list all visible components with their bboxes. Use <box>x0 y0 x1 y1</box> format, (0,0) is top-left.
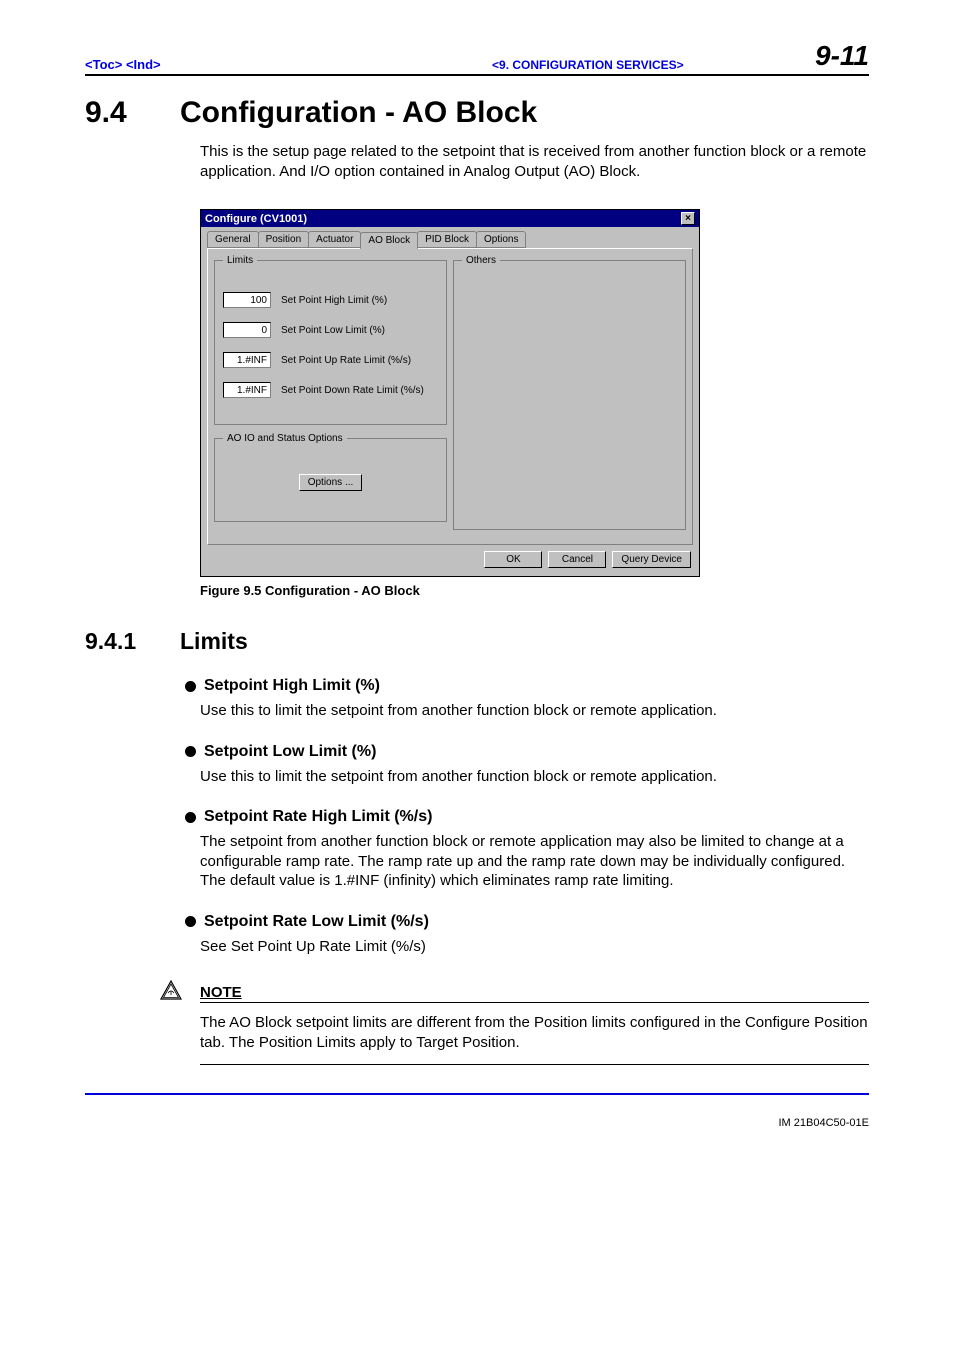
sp-low-input[interactable] <box>223 322 271 338</box>
bullet-body: The setpoint from another function block… <box>200 832 869 891</box>
bullet-heading: Setpoint Rate Low Limit (%/s) <box>185 913 869 931</box>
bullet-icon <box>185 681 196 692</box>
close-icon[interactable]: × <box>681 212 695 225</box>
figure-caption: Figure 9.5 Configuration - AO Block <box>200 583 869 598</box>
ind-link[interactable]: <Ind> <box>126 57 161 72</box>
bullet-heading: Setpoint Rate High Limit (%/s) <box>185 808 869 826</box>
toc-link[interactable]: <Toc> <box>85 57 122 72</box>
sp-low-label: Set Point Low Limit (%) <box>281 325 385 336</box>
bullet-heading: Setpoint High Limit (%) <box>185 677 869 695</box>
subsection-number: 9.4.1 <box>85 628 180 655</box>
sp-down-rate-label: Set Point Down Rate Limit (%/s) <box>281 385 424 396</box>
others-fieldset: Others <box>453 255 686 530</box>
configure-dialog: Configure (CV1001) × General Position Ac… <box>200 209 700 577</box>
ok-button[interactable]: OK <box>484 551 542 568</box>
bullet-icon <box>185 746 196 757</box>
warning-icon <box>160 980 182 1005</box>
tab-actuator[interactable]: Actuator <box>308 231 361 248</box>
sp-up-rate-input[interactable] <box>223 352 271 368</box>
query-device-button[interactable]: Query Device <box>612 551 691 568</box>
others-legend: Others <box>462 255 500 266</box>
document-id: IM 21B04C50-01E <box>85 1117 869 1129</box>
bullet-body: See Set Point Up Rate Limit (%/s) <box>200 937 869 957</box>
bullet-heading: Setpoint Low Limit (%) <box>185 743 869 761</box>
bullet-body: Use this to limit the setpoint from anot… <box>200 767 869 787</box>
options-button[interactable]: Options ... <box>299 474 363 491</box>
note-block: NOTE The AO Block setpoint limits are di… <box>170 984 869 1065</box>
bullet-body: Use this to limit the setpoint from anot… <box>200 701 869 721</box>
bullet-icon <box>185 916 196 927</box>
tab-general[interactable]: General <box>207 231 259 248</box>
sp-up-rate-label: Set Point Up Rate Limit (%/s) <box>281 355 411 366</box>
section-intro: This is the setup page related to the se… <box>200 142 869 181</box>
sp-down-rate-input[interactable] <box>223 382 271 398</box>
cancel-button[interactable]: Cancel <box>548 551 606 568</box>
footer-rule <box>85 1093 869 1095</box>
page-number: 9-11 <box>815 40 869 72</box>
ao-io-legend: AO IO and Status Options <box>223 433 347 444</box>
dialog-titlebar: Configure (CV1001) × <box>201 210 699 227</box>
dialog-title: Configure (CV1001) <box>205 213 307 225</box>
bullet-icon <box>185 812 196 823</box>
note-body: The AO Block setpoint limits are differe… <box>200 1013 869 1065</box>
section-title-text: Configuration - AO Block <box>180 96 537 129</box>
tab-position[interactable]: Position <box>258 231 310 248</box>
chapter-label: <9. CONFIGURATION SERVICES> <box>361 58 815 72</box>
note-heading: NOTE <box>200 984 869 1003</box>
tab-ao-block[interactable]: AO Block <box>360 232 418 249</box>
subsection-title-text: Limits <box>180 628 248 654</box>
section-number: 9.4 <box>85 96 180 130</box>
ao-io-fieldset: AO IO and Status Options Options ... <box>214 433 447 522</box>
limits-legend: Limits <box>223 255 257 266</box>
section-heading: 9.4Configuration - AO Block <box>85 96 869 130</box>
subsection-heading: 9.4.1Limits <box>85 628 869 655</box>
tab-pid-block[interactable]: PID Block <box>417 231 477 248</box>
tabs-row: General Position Actuator AO Block PID B… <box>201 227 699 248</box>
limits-fieldset: Limits Set Point High Limit (%) Set Poin… <box>214 255 447 425</box>
page-header: <Toc> <Ind> <9. CONFIGURATION SERVICES> … <box>85 40 869 76</box>
sp-high-input[interactable] <box>223 292 271 308</box>
sp-high-label: Set Point High Limit (%) <box>281 295 387 306</box>
tab-options[interactable]: Options <box>476 231 526 248</box>
